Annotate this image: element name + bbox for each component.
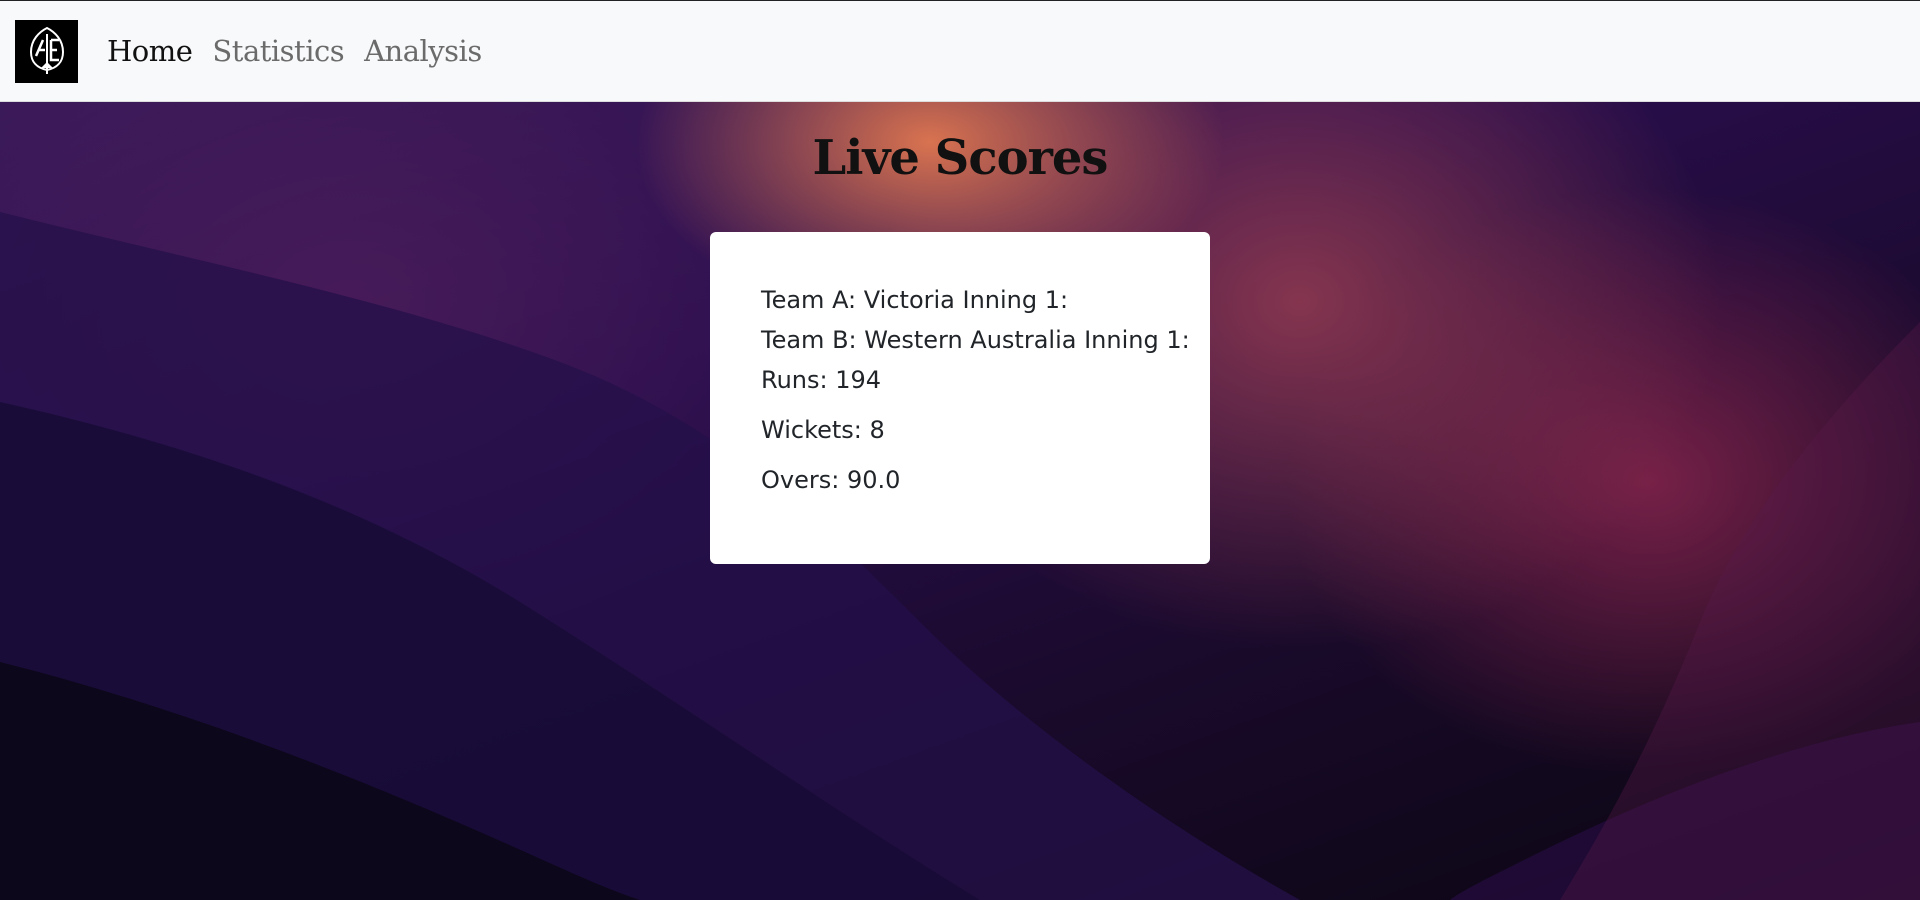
navbar: Home Statistics Analysis (0, 0, 1920, 102)
bat-logo-icon (29, 26, 64, 74)
team-a-line: Team A: Victoria Inning 1: (761, 286, 1069, 314)
overs-value: Overs: 90.0 (761, 466, 901, 494)
score-card: Team A: Victoria Inning 1: Team B: Weste… (710, 232, 1210, 564)
hero-background: Live Scores Team A: Victoria Inning 1: T… (0, 102, 1920, 900)
nav-link-home[interactable]: Home (107, 34, 193, 68)
brand-logo[interactable] (15, 19, 78, 83)
nav-link-statistics[interactable]: Statistics (212, 34, 344, 68)
nav-link-analysis[interactable]: Analysis (364, 34, 482, 68)
wickets-value: Wickets: 8 (761, 416, 885, 444)
page-title: Live Scores (812, 130, 1109, 186)
runs-value: Runs: 194 (761, 366, 882, 394)
team-b-line: Team B: Western Australia Inning 1: (761, 326, 1190, 354)
